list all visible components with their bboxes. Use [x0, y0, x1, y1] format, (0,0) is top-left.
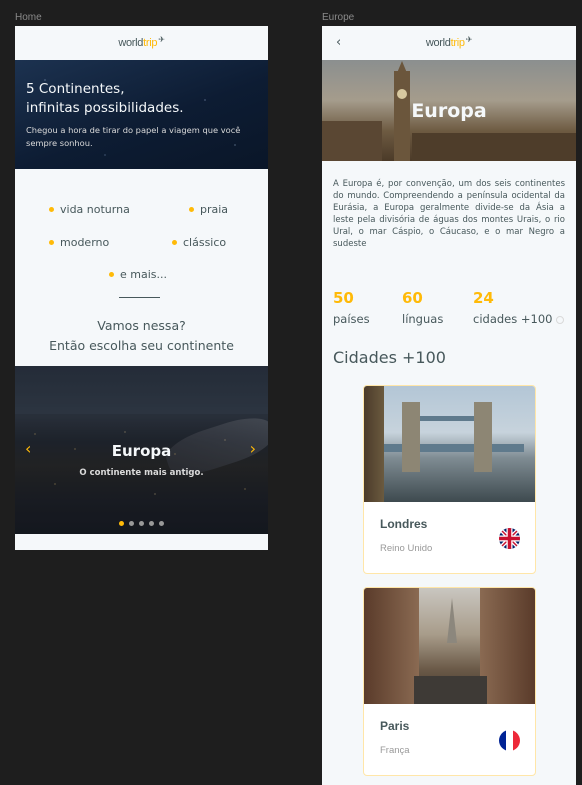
carousel-slide-subtitle: O continente mais antigo. [79, 468, 204, 478]
stat-cities: 24 cidades +100 [473, 289, 565, 326]
city-card[interactable]: Londres Reino Unido [363, 385, 536, 574]
continent-carousel[interactable]: Europa O continente mais antigo. ‹ › [15, 366, 268, 534]
travel-type-item: vida noturna [49, 203, 130, 216]
bullet-dot-icon [189, 207, 194, 212]
frame-label-europe: Europe [322, 12, 355, 23]
logo[interactable]: worldtrip✈ [426, 35, 473, 49]
divider [119, 297, 160, 298]
hero-title: 5 Continentes, infinitas possibilidades. [26, 81, 184, 116]
bullet-dot-icon [109, 272, 114, 277]
logo[interactable]: worldtrip✈ [118, 35, 165, 49]
continent-description: A Europa é, por convenção, um dos seis c… [333, 179, 565, 249]
carousel-slide-title[interactable]: Europa [15, 442, 268, 460]
carousel-dot[interactable] [129, 521, 134, 526]
carousel-pagination [15, 521, 268, 526]
info-icon[interactable] [556, 315, 565, 324]
header: worldtrip✈ [15, 26, 268, 60]
home-frame: worldtrip✈ 5 Continentes, infinitas poss… [15, 26, 268, 550]
travel-type-item: praia [189, 203, 228, 216]
hero-banner: 5 Continentes, infinitas possibilidades.… [15, 60, 268, 169]
city-card[interactable]: Paris França [363, 587, 536, 776]
city-photo-paris [364, 588, 535, 704]
continent-banner: Europa [322, 60, 576, 161]
carousel-dot[interactable] [149, 521, 154, 526]
travel-type-item: clássico [172, 236, 226, 249]
bullet-dot-icon [172, 240, 177, 245]
france-flag-icon [499, 730, 520, 751]
back-chevron-icon[interactable]: ‹ [336, 36, 341, 50]
carousel-dot[interactable] [119, 521, 124, 526]
travel-type-item: moderno [49, 236, 109, 249]
airplane-icon: ✈ [158, 35, 165, 44]
travel-types: vida noturna praia moderno clássico e ma… [15, 169, 268, 301]
frame-label-home: Home [15, 12, 42, 23]
city-country: Reino Unido [380, 543, 433, 554]
continent-stats: 50 países 60 línguas 24 cidades +100 [333, 289, 573, 333]
uk-flag-icon [499, 528, 520, 549]
stat-countries: 50 países [333, 289, 370, 326]
bullet-dot-icon [49, 207, 54, 212]
hero-subtitle: Chegou a hora de tirar do papel a viagem… [26, 125, 241, 148]
airplane-icon: ✈ [465, 35, 473, 44]
chevron-right-icon[interactable]: › [250, 441, 256, 457]
europe-frame: ‹ worldtrip✈ Europa A Europa é, por conv… [322, 26, 576, 785]
bullet-dot-icon [49, 240, 54, 245]
chevron-left-icon[interactable]: ‹ [25, 441, 31, 457]
city-photo-london [364, 386, 535, 502]
header: ‹ worldtrip✈ [322, 26, 576, 60]
city-name: Paris [380, 719, 410, 733]
carousel-dot[interactable] [159, 521, 164, 526]
travel-type-item: e mais... [109, 268, 167, 281]
city-name: Londres [380, 517, 428, 531]
cities-section-title: Cidades +100 [333, 348, 446, 367]
city-country: França [380, 745, 410, 756]
carousel-dot[interactable] [139, 521, 144, 526]
cta-line-1: Vamos nessa? [97, 318, 186, 333]
stat-languages: 60 línguas [402, 289, 444, 326]
continent-title: Europa [411, 100, 487, 122]
cta-line-2: Então escolha seu continente [49, 338, 234, 353]
